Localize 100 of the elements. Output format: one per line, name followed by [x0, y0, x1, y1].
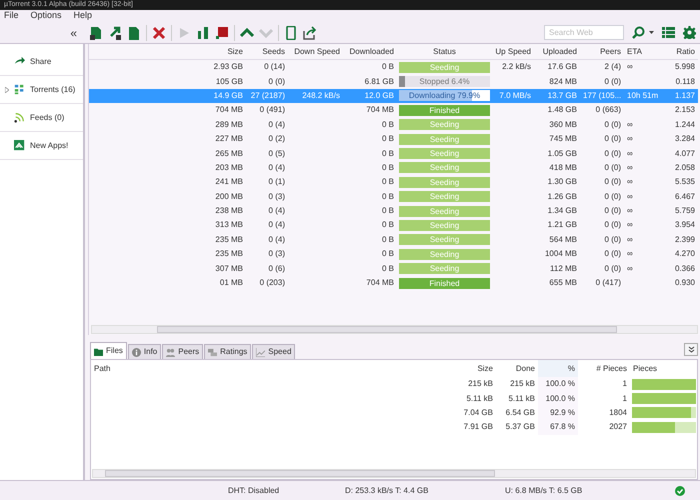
- table-cell: 0 B: [382, 249, 394, 258]
- table-cell: 2.058: [674, 162, 695, 172]
- table-cell: 0 (4): [268, 220, 285, 230]
- status-bar: Seeding: [399, 206, 490, 217]
- table-cell: 1.244: [674, 120, 695, 129]
- table-cell: ∞: [627, 120, 633, 129]
- column-header[interactable]: Downloaded: [343, 46, 397, 58]
- phone-icon[interactable]: [284, 26, 298, 40]
- column-header[interactable]: Done: [496, 360, 538, 377]
- folder-icon: [94, 346, 103, 356]
- search-icon[interactable]: [632, 26, 645, 39]
- torrent-row[interactable]: 307 MB 0 (6) 0 B Seeding 112 MB 0 (0) ∞ 0.366: [89, 261, 698, 276]
- table-cell: 2.93 GB: [214, 62, 243, 72]
- column-header[interactable]: Peers: [580, 46, 624, 58]
- panel-tab[interactable]: Files: [90, 342, 127, 359]
- table-cell: 3.284: [674, 134, 695, 144]
- column-header[interactable]: Pieces: [630, 360, 698, 377]
- menu-item[interactable]: File: [4, 9, 19, 23]
- torrent-row[interactable]: 227 MB 0 (2) 0 B Seeding 745 MB 0 (0) ∞ 3.284: [89, 132, 698, 146]
- add-link-icon[interactable]: [108, 26, 122, 40]
- table-cell: 0 (14): [264, 62, 285, 72]
- delete-icon[interactable]: [152, 26, 166, 40]
- torrent-row[interactable]: 238 MB 0 (4) 0 B Seeding 1.34 GB 0 (0) ∞ 5.759: [89, 204, 698, 218]
- column-header[interactable]: %: [538, 360, 578, 377]
- torrent-row[interactable]: 289 MB 0 (4) 0 B Seeding 360 MB 0 (0) ∞ 1.244: [89, 118, 698, 132]
- panel-tab[interactable]: Ratings: [204, 344, 252, 359]
- torrent-row[interactable]: 203 MB 0 (4) 0 B Seeding 418 MB 0 (0) ∞ 2.058: [89, 160, 698, 176]
- table-cell: ∞: [627, 62, 633, 72]
- caret-icon[interactable]: [649, 31, 654, 34]
- column-header[interactable]: Ratio: [660, 46, 698, 58]
- up-chevron-icon[interactable]: [240, 26, 254, 40]
- panel-tab[interactable]: Info: [128, 344, 162, 359]
- new-file-icon[interactable]: [127, 26, 141, 40]
- torrent-row[interactable]: 105 GB 0 (0) 6.81 GB Stopped 6.4% 824 MB 0 (0) 0.118: [89, 74, 698, 89]
- table-cell: 564 MB: [549, 234, 577, 244]
- torrent-row[interactable]: 235 MB 0 (3) 0 B Seeding 1004 MB 0 (0) ∞ 4.270: [89, 247, 698, 262]
- table-cell: 67.8 %: [550, 422, 575, 432]
- torrent-row[interactable]: 313 MB 0 (4) 0 B Seeding 1.21 GB 0 (0) ∞ 3.954: [89, 218, 698, 233]
- table-cell: 265 MB: [215, 148, 243, 158]
- torrent-row[interactable]: 01 MB 0 (203) 704 MB Finished 655 MB 0 (417) 0.930: [89, 276, 698, 290]
- column-header[interactable]: Status: [397, 46, 492, 58]
- column-header[interactable]: Seeds: [246, 46, 288, 58]
- table-cell: 0 B: [382, 264, 394, 273]
- add-file-icon[interactable]: [89, 26, 103, 40]
- stop-icon[interactable]: [215, 26, 229, 40]
- expand-panel-button[interactable]: [684, 343, 698, 356]
- table-cell: 2.2 kB/s: [502, 62, 531, 72]
- table-cell: 745 MB: [549, 134, 577, 144]
- pause-icon[interactable]: [196, 26, 210, 40]
- search-field[interactable]: Search Web: [544, 25, 624, 40]
- column-header[interactable]: # Pieces: [578, 360, 630, 377]
- column-header[interactable]: Up Speed: [492, 46, 534, 58]
- column-header[interactable]: Size: [198, 46, 246, 58]
- table-cell: 0 (0): [604, 76, 621, 86]
- column-header[interactable]: Uploaded: [534, 46, 580, 58]
- table-cell: 307 MB: [215, 264, 243, 273]
- table-cell: 0 B: [382, 206, 394, 216]
- table-cell: ∞: [627, 192, 633, 201]
- sidebar-item[interactable]: New Apps!: [0, 132, 83, 160]
- table-cell: 2 (4): [604, 62, 621, 72]
- expand-arrow-icon[interactable]: [5, 86, 9, 92]
- status-bar: Finished: [399, 104, 490, 116]
- table-cell: 0 (0): [604, 220, 621, 230]
- table-cell: 0 (0): [604, 192, 621, 201]
- column-header[interactable]: Down Speed: [288, 46, 343, 58]
- table-cell: 289 MB: [215, 120, 243, 129]
- table-cell: 0 B: [382, 234, 394, 244]
- share-icon[interactable]: [303, 26, 317, 40]
- horizontal-scrollbar[interactable]: [91, 325, 698, 334]
- settings-icon[interactable]: [683, 26, 696, 39]
- sidebar-item[interactable]: Feeds (0): [0, 104, 83, 132]
- panel-tab[interactable]: Speed: [252, 344, 296, 359]
- column-header[interactable]: ETA: [624, 46, 660, 58]
- table-cell: 5.998: [674, 62, 695, 72]
- table-cell: 238 MB: [215, 206, 243, 216]
- torrent-row[interactable]: 2.93 GB 0 (14) 0 B Seeding 2.2 kB/s 17.6 GB 2 (4) ∞ 5.998: [89, 60, 698, 74]
- panel-tab[interactable]: Peers: [162, 344, 204, 359]
- table-cell: 215 kB: [468, 379, 493, 388]
- column-header[interactable]: Path: [91, 360, 456, 377]
- horizontal-scrollbar[interactable]: [92, 469, 696, 478]
- torrent-row[interactable]: 200 MB 0 (3) 0 B Seeding 1.26 GB 0 (0) ∞ 6.467: [89, 190, 698, 204]
- status-bar: Seeding: [399, 148, 490, 160]
- torrent-row[interactable]: 704 MB 0 (491) 704 MB Finished 1.48 GB 0 (663) 2.153: [89, 103, 698, 118]
- list-view-icon[interactable]: [662, 26, 675, 39]
- column-header[interactable]: Size: [456, 360, 496, 377]
- sidebar-item[interactable]: Share: [0, 48, 83, 76]
- status-bar: Seeding: [399, 220, 490, 231]
- collapse-button[interactable]: «: [70, 26, 77, 38]
- table-cell: 10h 51m: [627, 90, 658, 100]
- torrent-row[interactable]: 235 MB 0 (4) 0 B Seeding 564 MB 0 (0) ∞ 2.399: [89, 232, 698, 248]
- table-cell: 0 (0): [604, 206, 621, 216]
- table-cell: 100.0 %: [546, 394, 575, 403]
- menu-item[interactable]: Options: [30, 9, 62, 23]
- sidebar-item[interactable]: Torrents (16): [0, 76, 83, 104]
- torrent-row[interactable]: 265 MB 0 (5) 0 B Seeding 1.05 GB 0 (0) ∞ 4.077: [89, 146, 698, 161]
- table-cell: 0 (4): [268, 120, 285, 129]
- pieces-bar: [632, 407, 696, 418]
- torrent-row[interactable]: 241 MB 0 (1) 0 B Seeding 1.30 GB 0 (0) ∞ 5.535: [89, 175, 698, 190]
- menu-item[interactable]: Help: [74, 9, 92, 23]
- table-cell: 0 B: [382, 120, 394, 129]
